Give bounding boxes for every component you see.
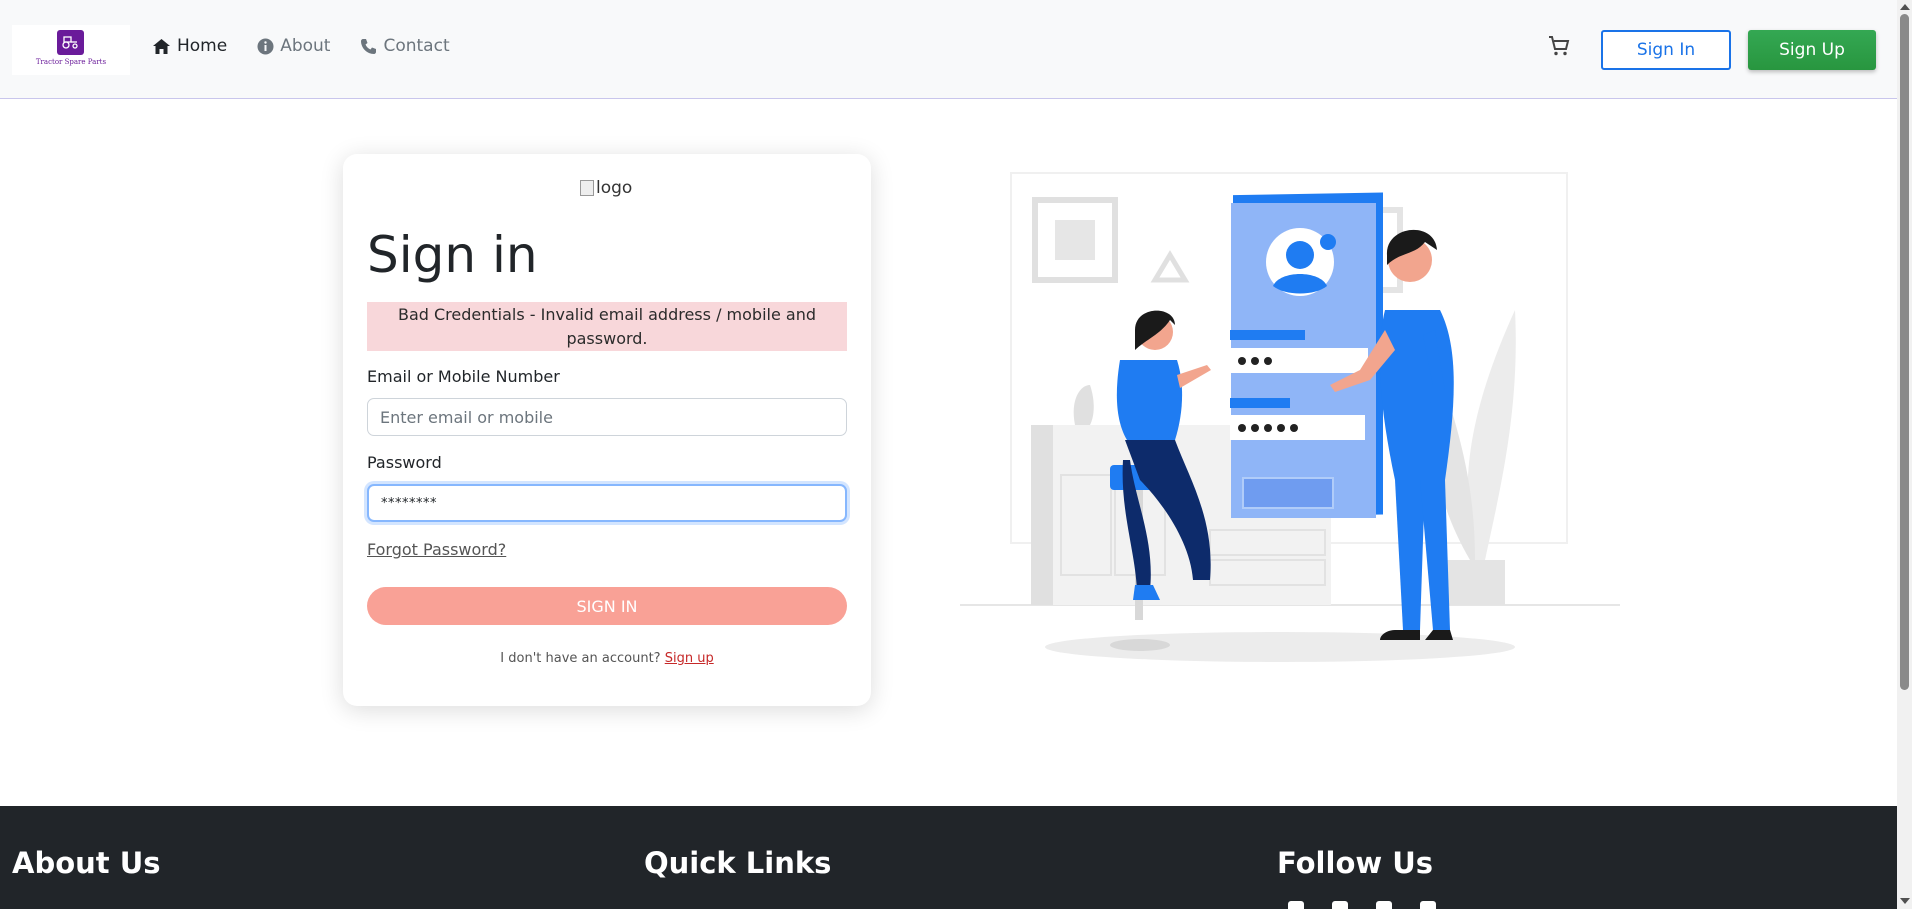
scrollbar-thumb[interactable]	[1900, 14, 1909, 690]
nav-contact[interactable]: Contact	[360, 36, 450, 56]
navbar: Tractor Spare Parts Home About Contact S…	[0, 0, 1897, 99]
footer-about-title: About Us	[12, 846, 161, 880]
sign-up-link[interactable]: Sign up	[665, 651, 714, 666]
home-icon	[153, 38, 170, 54]
scroll-up-arrow-icon[interactable]	[1900, 4, 1910, 10]
cart-button[interactable]	[1547, 34, 1571, 62]
scroll-down-arrow-icon[interactable]	[1900, 898, 1910, 904]
sign-in-submit-button[interactable]: SIGN IN	[367, 587, 847, 625]
tractor-icon	[57, 30, 84, 55]
linkedin-icon[interactable]	[1420, 901, 1436, 909]
error-alert: Bad Credentials - Invalid email address …	[367, 302, 847, 351]
nav-sign-in-button[interactable]: Sign In	[1601, 30, 1731, 70]
page-title: Sign in	[367, 226, 538, 284]
footer: About Us Quick Links Follow Us	[0, 806, 1897, 909]
card-logo-image: logo	[580, 178, 632, 198]
instagram-icon[interactable]	[1376, 901, 1392, 909]
broken-image-icon	[580, 180, 594, 196]
no-account-label: I don't have an account?	[500, 651, 661, 666]
nav-about-label: About	[280, 36, 331, 56]
facebook-icon[interactable]	[1288, 901, 1304, 909]
twitter-icon[interactable]	[1332, 901, 1348, 909]
password-field[interactable]: ********	[367, 484, 847, 522]
email-field[interactable]: Enter email or mobile	[367, 398, 847, 436]
social-links	[1288, 901, 1436, 909]
footer-follow-title: Follow Us	[1277, 846, 1434, 880]
nav-contact-label: Contact	[383, 36, 450, 56]
brand-text: Tractor Spare Parts	[35, 58, 107, 66]
footer-quick-links-title: Quick Links	[644, 846, 832, 880]
email-label: Email or Mobile Number	[367, 367, 560, 386]
password-label: Password	[367, 453, 442, 472]
cart-icon	[1549, 36, 1570, 56]
nav-links: Home About Contact	[152, 36, 480, 56]
page-scrollbar[interactable]	[1897, 0, 1912, 909]
info-icon	[257, 38, 274, 54]
sign-in-illustration	[955, 160, 1625, 680]
nav-home[interactable]: Home	[152, 36, 227, 56]
card-logo-alt: logo	[596, 178, 633, 198]
forgot-password-link[interactable]: Forgot Password?	[367, 540, 506, 559]
sign-in-card: logo Sign in Bad Credentials - Invalid e…	[343, 154, 871, 706]
no-account-text: I don't have an account? Sign up	[343, 651, 871, 666]
nav-home-label: Home	[177, 36, 228, 56]
nav-about[interactable]: About	[257, 36, 330, 56]
nav-sign-up-button[interactable]: Sign Up	[1748, 30, 1876, 70]
phone-icon	[361, 38, 377, 54]
brand-logo[interactable]: Tractor Spare Parts	[12, 25, 130, 75]
